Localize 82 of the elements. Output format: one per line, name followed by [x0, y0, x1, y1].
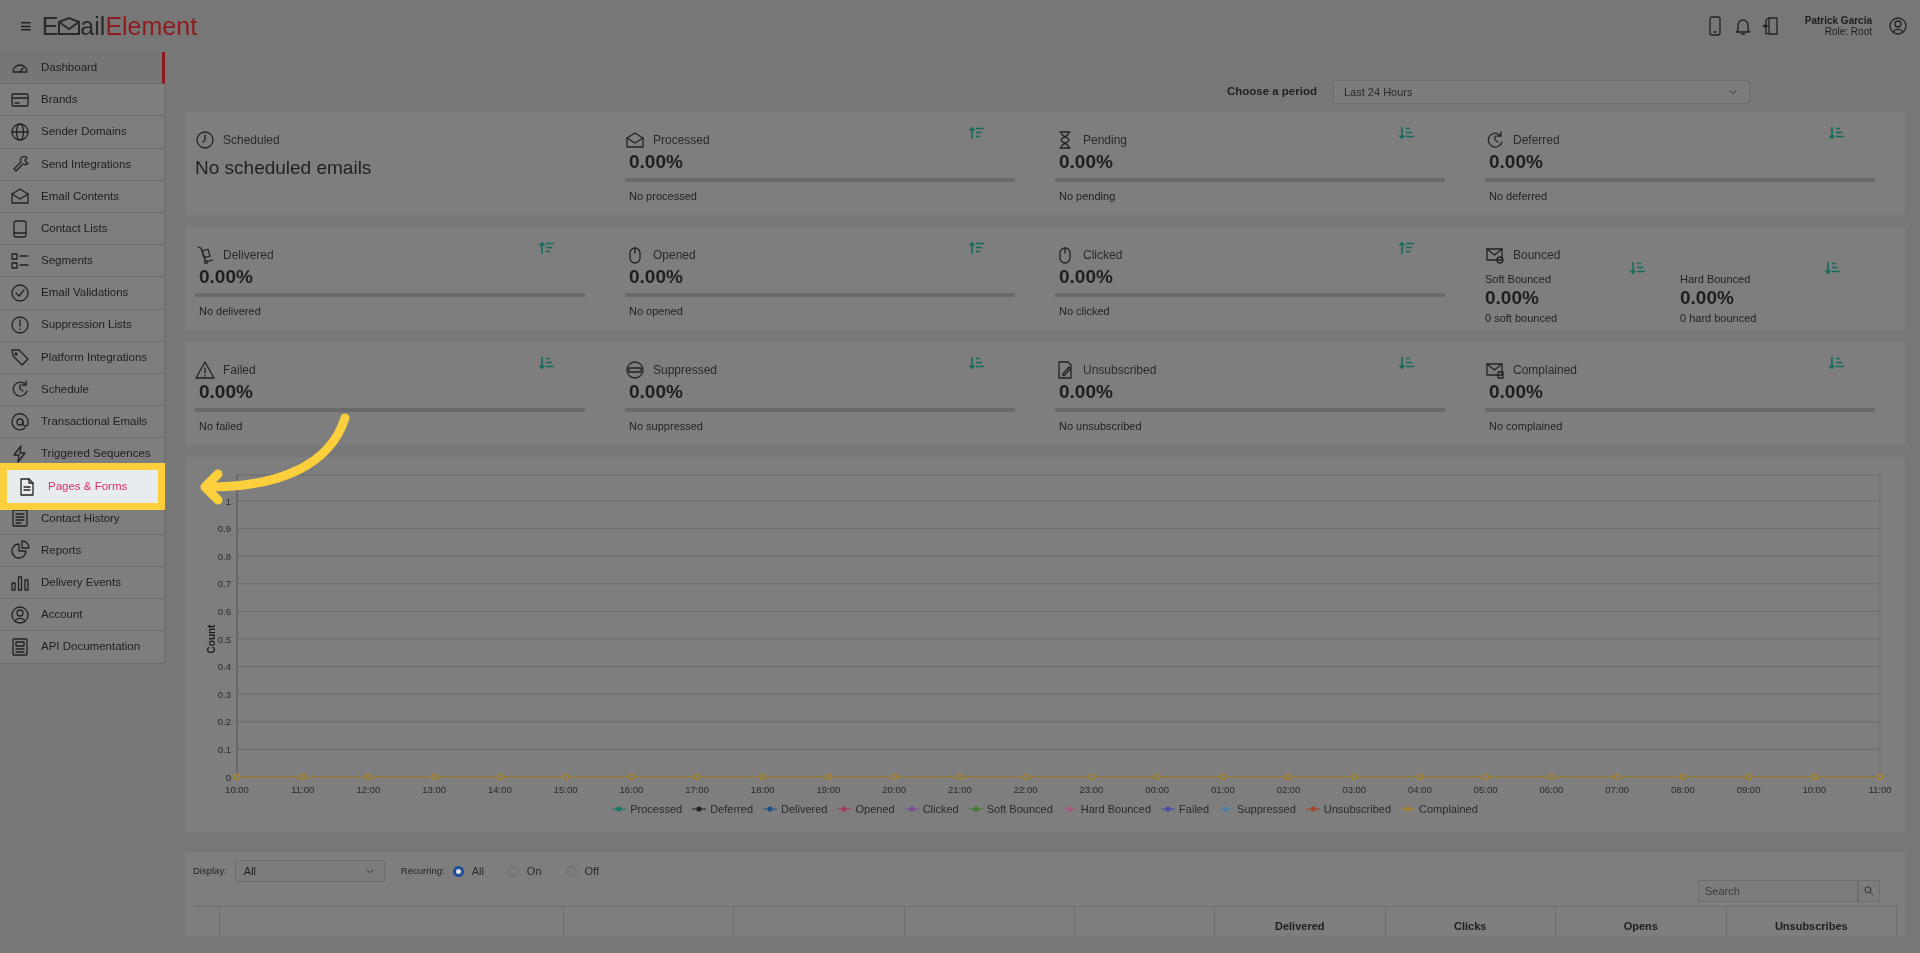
stat-note: No pending	[1058, 188, 1117, 204]
stat-value: 0.00%	[1680, 287, 1735, 309]
y-tick-label: 1	[225, 495, 231, 507]
x-tick-label: 02:00	[1276, 784, 1301, 795]
x-tick-label: 10:00	[1802, 784, 1827, 795]
card-title: Processed	[653, 132, 710, 149]
x-tick-label: 11:00	[1868, 784, 1892, 795]
card-title: Scheduled	[223, 132, 280, 149]
x-tick-label: 18:00	[750, 784, 775, 795]
stat-note: 0 hard bounced	[1680, 311, 1758, 327]
card-title: Pending	[1083, 132, 1128, 149]
card-title: Delivered	[223, 247, 274, 264]
y-tick-label: 0.1	[217, 743, 231, 755]
x-tick-label: 07:00	[1605, 784, 1629, 795]
stat-note: No opened	[628, 303, 684, 319]
x-tick-label: 05:00	[1473, 784, 1498, 795]
stat-value: 0.00%	[1488, 380, 1544, 404]
display-label: Display:	[193, 863, 227, 878]
x-tick-label: 19:00	[816, 784, 841, 795]
x-tick-label: 12:00	[356, 784, 381, 795]
x-tick-label: 20:00	[882, 784, 907, 795]
y-tick-label: 0.3	[217, 688, 231, 700]
x-tick-label: 13:00	[422, 784, 447, 795]
stat-note: No unsubscribed	[1058, 418, 1143, 434]
stat-value: 0.00%	[628, 380, 684, 404]
card-title: Failed	[223, 362, 256, 379]
card-title: Suppressed	[653, 362, 718, 379]
stat-note: 0 soft bounced	[1485, 311, 1559, 327]
y-tick-label: 0.4	[217, 661, 231, 673]
stat-note: No complained	[1488, 418, 1564, 434]
stat-note: No delivered	[198, 303, 262, 319]
stat-note: No suppressed	[628, 418, 704, 434]
stat-value: 0.00%	[1058, 380, 1114, 404]
card-message: No scheduled emails	[195, 156, 373, 180]
recurring-label: Recurring:	[400, 863, 445, 878]
card-title: Opened	[653, 247, 696, 264]
x-tick-label: 21:00	[948, 784, 972, 795]
x-tick-label: 23:00	[1079, 784, 1104, 795]
card-title: Clicked	[1083, 247, 1123, 264]
x-tick-label: 14:00	[488, 784, 512, 795]
stat-value: 0.00%	[628, 265, 684, 289]
y-tick-label: 0.2	[217, 716, 231, 728]
user-role: Role: Root	[1823, 26, 1872, 38]
x-tick-label: 06:00	[1539, 784, 1564, 795]
y-tick-label: 0.9	[217, 523, 231, 535]
x-tick-label: 10:00	[225, 784, 249, 795]
stat-value: 0.00%	[1058, 265, 1114, 289]
stat-note: No clicked	[1058, 303, 1111, 319]
x-tick-label: 08:00	[1670, 784, 1695, 795]
card-title: Bounced	[1513, 247, 1561, 264]
x-tick-label: 17:00	[685, 784, 709, 795]
x-tick-label: 01:00	[1210, 784, 1235, 795]
stat-value: 0.00%	[198, 380, 254, 404]
stat-note: No deferred	[1488, 188, 1549, 204]
x-tick-label: 04:00	[1408, 784, 1432, 795]
y-tick-label: 0.7	[217, 578, 231, 590]
user-name: Patrick Garcia	[1804, 14, 1872, 26]
card-title: Complained	[1513, 362, 1578, 379]
y-axis-title: Count	[206, 624, 217, 654]
stat-value: 0.00%	[1488, 150, 1544, 174]
y-tick-label: 0.8	[217, 550, 231, 562]
stat-note: No failed	[198, 418, 244, 434]
y-tick-label: 0.6	[217, 605, 231, 617]
stat-value: 0.00%	[1485, 287, 1540, 309]
stat-label: Soft Bounced	[1485, 272, 1553, 287]
x-tick-label: 09:00	[1736, 784, 1761, 795]
card-title: Unsubscribed	[1083, 362, 1157, 379]
x-tick-label: 11:00	[291, 784, 315, 795]
stat-value: 0.00%	[628, 150, 684, 174]
card-title: Deferred	[1513, 132, 1560, 149]
stat-value: 0.00%	[1058, 150, 1114, 174]
stat-note: No processed	[628, 188, 698, 204]
stat-label: Hard Bounced	[1680, 272, 1752, 287]
x-tick-label: 00:00	[1145, 784, 1169, 795]
stat-value: 0.00%	[198, 265, 254, 289]
y-tick-label: 0.5	[217, 633, 231, 645]
x-tick-label: 03:00	[1342, 784, 1367, 795]
x-tick-label: 22:00	[1013, 784, 1038, 795]
period-label: Choose a period	[1226, 84, 1317, 100]
y-tick-label: 0	[225, 771, 231, 783]
x-tick-label: 15:00	[553, 784, 578, 795]
x-tick-label: 16:00	[619, 784, 644, 795]
